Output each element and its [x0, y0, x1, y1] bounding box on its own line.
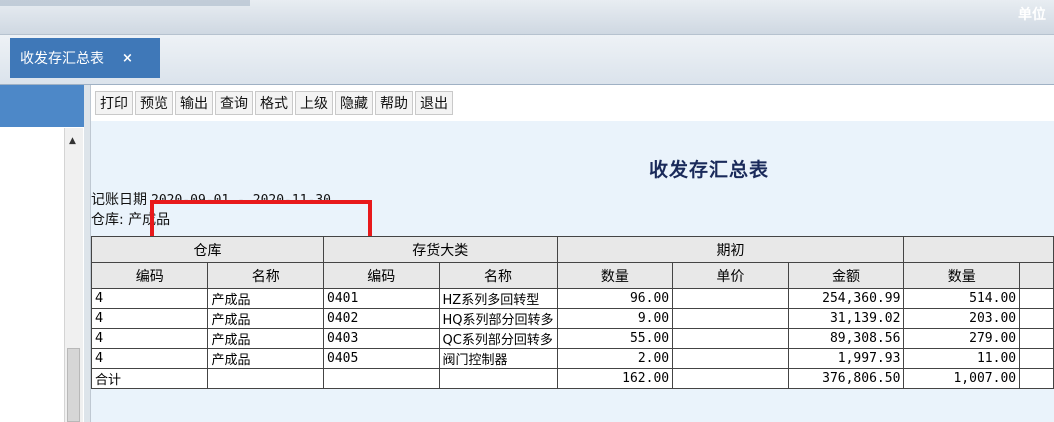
cell: [1019, 348, 1054, 369]
cell: 0403: [323, 328, 440, 349]
query-button[interactable]: 查询: [215, 91, 253, 115]
cell: 11.00: [903, 348, 1021, 369]
hide-button[interactable]: 隐藏: [335, 91, 373, 115]
col-header: 名称: [207, 262, 325, 289]
cell: 阀门控制器: [438, 348, 558, 369]
cell: [672, 328, 789, 349]
cell: [672, 368, 789, 389]
format-button[interactable]: 格式: [255, 91, 293, 115]
summary-table: 仓库 存货大类 期初 编码 名称 编码 名称 数量 单价 金额 数量 4 产成品…: [90, 236, 1054, 389]
cell: 4: [90, 288, 209, 309]
cell: 279.00: [903, 328, 1021, 349]
scroll-thumb[interactable]: [67, 348, 80, 422]
exit-button[interactable]: 退出: [415, 91, 453, 115]
header-warehouse: 仓库: [90, 236, 325, 263]
top-banner: 单位: [0, 0, 1054, 35]
cell: 31,139.02: [787, 308, 905, 329]
cell: [438, 368, 558, 389]
group-header-row: 仓库 存货大类 期初: [90, 236, 1054, 263]
table-row[interactable]: 4 产成品 0401 HZ系列多回转型 96.00 254,360.99 514…: [90, 288, 1054, 309]
cell: 254,360.99: [787, 288, 905, 309]
sub-header-row: 编码 名称 编码 名称 数量 单价 金额 数量: [90, 262, 1054, 289]
unit-label: 单位: [1018, 7, 1046, 23]
col-header: 金额: [787, 262, 905, 289]
cell: 1,997.93: [787, 348, 905, 369]
cell: 4: [90, 348, 209, 369]
cell: 产成品: [207, 308, 325, 329]
splitter[interactable]: [84, 85, 91, 422]
col-header: 单价: [672, 262, 789, 289]
nav-selected-item[interactable]: [0, 85, 84, 127]
cell: [672, 308, 789, 329]
cell: 96.00: [556, 288, 674, 309]
tab-inventory-summary[interactable]: 收发存汇总表 ×: [10, 38, 160, 78]
cell: 514.00: [903, 288, 1021, 309]
report-title: 收发存汇总表: [649, 159, 770, 181]
cell: 203.00: [903, 308, 1021, 329]
export-button[interactable]: 输出: [175, 91, 213, 115]
cell: 4: [90, 308, 209, 329]
print-button[interactable]: 打印: [95, 91, 133, 115]
col-header: [1019, 262, 1054, 289]
cell: 合计: [90, 368, 209, 389]
cell: 162.00: [556, 368, 674, 389]
toolbar: 打印 预览 输出 查询 格式 上级 隐藏 帮助 退出: [91, 91, 453, 119]
cell: HZ系列多回转型: [438, 288, 558, 309]
cell: [207, 368, 325, 389]
report-window: 打印 预览 输出 查询 格式 上级 隐藏 帮助 退出 收发存汇总表 记账日期 20…: [90, 85, 1054, 422]
cell: HQ系列部分回转多: [438, 308, 558, 329]
cell: 0405: [323, 348, 440, 369]
cell: 89,308.56: [787, 328, 905, 349]
col-header: 编码: [90, 262, 209, 289]
cell: [1019, 328, 1054, 349]
help-button[interactable]: 帮助: [375, 91, 413, 115]
cell: 产成品: [207, 288, 325, 309]
cell: [323, 368, 440, 389]
cell: [672, 348, 789, 369]
table-row[interactable]: 4 产成品 0403 QC系列部分回转多 55.00 89,308.56 279…: [90, 328, 1054, 349]
close-icon[interactable]: ×: [122, 51, 133, 66]
col-header: 数量: [903, 262, 1021, 289]
cell: 55.00: [556, 328, 674, 349]
header-category: 存货大类: [323, 236, 558, 263]
cell: 1,007.00: [903, 368, 1021, 389]
table-row[interactable]: 4 产成品 0402 HQ系列部分回转多 9.00 31,139.02 203.…: [90, 308, 1054, 329]
cell: 0401: [323, 288, 440, 309]
cell: 产成品: [207, 348, 325, 369]
cell: 产成品: [207, 328, 325, 349]
cell: QC系列部分回转多: [438, 328, 558, 349]
tab-label: 收发存汇总表: [20, 51, 104, 67]
scroll-up-icon[interactable]: ▲: [69, 136, 76, 146]
col-header: 编码: [323, 262, 440, 289]
cell: 9.00: [556, 308, 674, 329]
total-row[interactable]: 合计 162.00 376,806.50 1,007.00: [90, 368, 1054, 389]
cell: 376,806.50: [787, 368, 905, 389]
header-opening: 期初: [556, 236, 905, 263]
cell: [1019, 288, 1054, 309]
cell: 2.00: [556, 348, 674, 369]
header-next: [903, 236, 1054, 263]
report-area: 收发存汇总表 记账日期 2020-09-01 - 2020-11-30 仓库: 产…: [90, 121, 1054, 422]
cell: [1019, 308, 1054, 329]
cell: [672, 288, 789, 309]
table-row[interactable]: 4 产成品 0405 阀门控制器 2.00 1,997.93 11.00: [90, 348, 1054, 369]
date-label: 记账日期: [91, 192, 147, 208]
cell: [1019, 368, 1054, 389]
col-header: 数量: [556, 262, 674, 289]
banner-decoration: [0, 0, 250, 6]
col-header: 名称: [438, 262, 558, 289]
preview-button[interactable]: 预览: [135, 91, 173, 115]
cell: 0402: [323, 308, 440, 329]
up-level-button[interactable]: 上级: [295, 91, 333, 115]
cell: 4: [90, 328, 209, 349]
left-scrollbar[interactable]: ▲: [64, 128, 83, 422]
